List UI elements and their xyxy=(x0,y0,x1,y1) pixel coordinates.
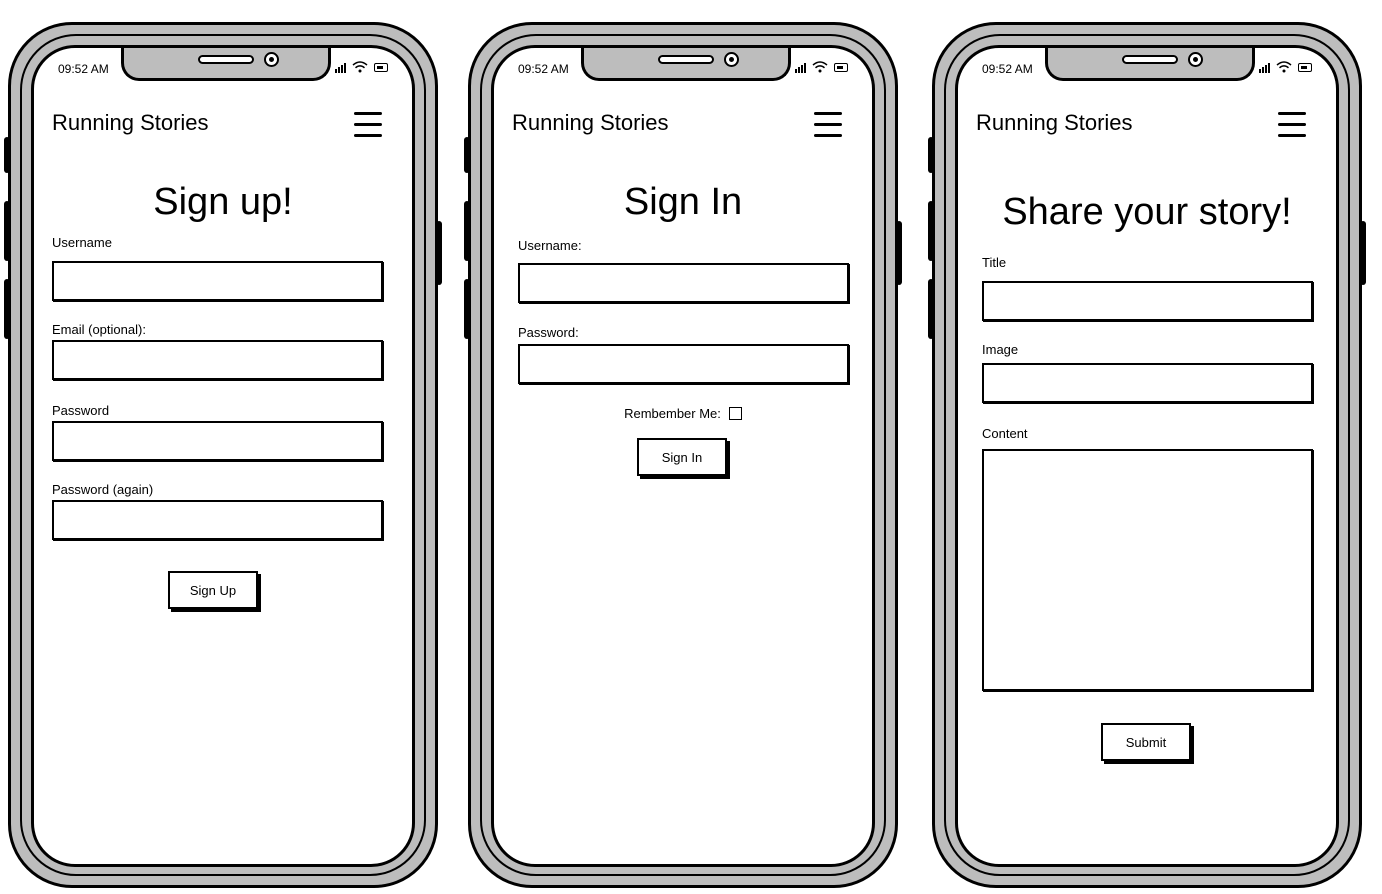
status-icons xyxy=(335,61,388,73)
phone-side-button xyxy=(1360,221,1366,285)
password-again-label: Password (again) xyxy=(52,482,154,497)
username-input[interactable] xyxy=(518,263,849,303)
remember-me-checkbox[interactable] xyxy=(728,407,742,420)
username-label: Username: xyxy=(518,238,582,253)
content-label: Content xyxy=(982,426,1028,441)
brand-title[interactable]: Running Stories xyxy=(52,110,209,136)
phone-side-button xyxy=(464,137,470,173)
image-label: Image xyxy=(982,342,1019,357)
camera-icon xyxy=(1188,52,1203,67)
camera-icon xyxy=(724,52,739,67)
phone-signin: 09:52 AM Running Stories Sign In Usernam… xyxy=(464,22,902,888)
battery-icon xyxy=(834,63,848,72)
image-input[interactable] xyxy=(982,363,1313,403)
content-textarea[interactable] xyxy=(982,449,1313,691)
phone-side-button xyxy=(896,221,902,285)
speaker-icon xyxy=(658,55,714,64)
battery-icon xyxy=(374,63,388,72)
signal-icon xyxy=(1259,62,1270,73)
battery-icon xyxy=(1298,63,1312,72)
password-label: Password xyxy=(52,403,110,418)
email-input[interactable] xyxy=(52,340,383,380)
title-label: Title xyxy=(982,255,1007,270)
remember-me-label: Rembember Me: xyxy=(624,406,721,421)
sign-in-button[interactable]: Sign In xyxy=(637,438,727,476)
hamburger-menu-icon[interactable] xyxy=(1278,112,1306,138)
submit-button[interactable]: Submit xyxy=(1101,723,1191,761)
phone-side-button xyxy=(464,279,470,339)
hamburger-menu-icon[interactable] xyxy=(814,112,842,138)
phone-screen: 09:52 AM Running Stories Share your stor… xyxy=(955,45,1339,867)
signal-icon xyxy=(795,62,806,73)
status-icons xyxy=(795,61,848,73)
remember-me-row: Rembember Me: xyxy=(494,406,872,421)
status-time: 09:52 AM xyxy=(58,62,109,76)
sign-up-button[interactable]: Sign Up xyxy=(168,571,258,609)
password-again-input[interactable] xyxy=(52,500,383,540)
password-label: Password: xyxy=(518,325,579,340)
phone-side-button xyxy=(928,137,934,173)
phone-side-button xyxy=(464,201,470,261)
status-time: 09:52 AM xyxy=(982,62,1033,76)
signal-icon xyxy=(335,62,346,73)
camera-icon xyxy=(264,52,279,67)
email-label: Email (optional): xyxy=(52,322,146,337)
phone-side-button xyxy=(436,221,442,285)
phone-signup: 09:52 AM Running Stories Sign up! Userna… xyxy=(4,22,442,888)
brand-title[interactable]: Running Stories xyxy=(512,110,669,136)
phone-side-button xyxy=(4,137,10,173)
wifi-icon xyxy=(352,61,368,73)
wifi-icon xyxy=(1276,61,1292,73)
phone-side-button xyxy=(928,201,934,261)
status-icons xyxy=(1259,61,1312,73)
wifi-icon xyxy=(812,61,828,73)
username-label: Username xyxy=(52,235,112,250)
page-title: Share your story! xyxy=(1002,191,1292,233)
password-input[interactable] xyxy=(52,421,383,461)
phone-side-button xyxy=(928,279,934,339)
speaker-icon xyxy=(1122,55,1178,64)
phone-side-button xyxy=(4,201,10,261)
phone-screen: 09:52 AM Running Stories Sign up! Userna… xyxy=(31,45,415,867)
hamburger-menu-icon[interactable] xyxy=(354,112,382,138)
page-title: Sign up! xyxy=(153,181,293,223)
brand-title[interactable]: Running Stories xyxy=(976,110,1133,136)
phone-share-story: 09:52 AM Running Stories Share your stor… xyxy=(928,22,1366,888)
notch xyxy=(581,48,791,81)
username-input[interactable] xyxy=(52,261,383,301)
page-title: Sign In xyxy=(623,181,743,223)
title-input[interactable] xyxy=(982,281,1313,321)
notch xyxy=(121,48,331,81)
speaker-icon xyxy=(198,55,254,64)
password-input[interactable] xyxy=(518,344,849,384)
phone-screen: 09:52 AM Running Stories Sign In Usernam… xyxy=(491,45,875,867)
phone-side-button xyxy=(4,279,10,339)
notch xyxy=(1045,48,1255,81)
status-time: 09:52 AM xyxy=(518,62,569,76)
